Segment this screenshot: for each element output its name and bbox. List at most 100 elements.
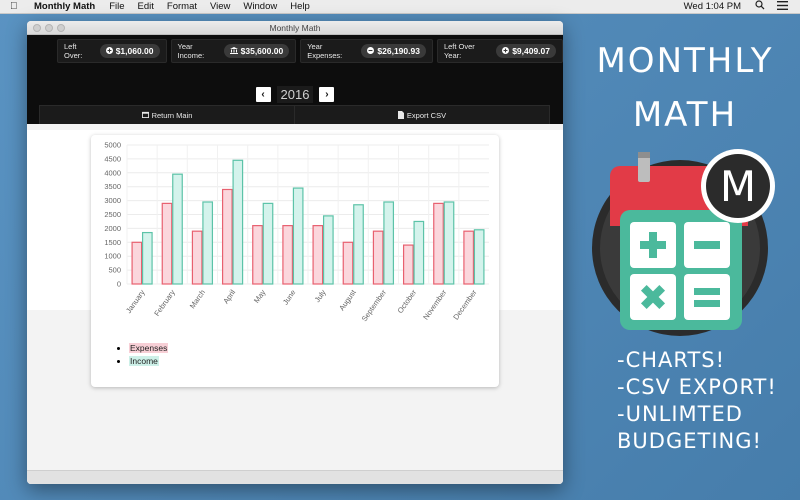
income-bar [383, 201, 395, 285]
expenses-bar [342, 241, 354, 285]
next-year-button[interactable]: › [319, 87, 335, 102]
menubar:  Monthly Math File Edit Format View Win… [0, 0, 800, 14]
chart-card: 0 500 1000 1500 2000 2500 3000 3500 4000 4500 5000… [91, 135, 499, 387]
year-label: 2016 [276, 86, 314, 103]
y-tick-label: 0 [117, 280, 121, 289]
stat-year-expenses-value-badge: $26,190.93 [361, 44, 426, 58]
income-bar [172, 173, 183, 285]
stats-row: Left Over: $1,060.00 Year Income: $35,60… [57, 39, 563, 63]
x-tick-label: November [421, 288, 449, 322]
promo-title-line-2: MATH [632, 95, 738, 135]
menu-file[interactable]: File [109, 1, 124, 12]
y-tick-label: 4500 [104, 154, 121, 163]
income-bar [353, 204, 364, 285]
income-bar [413, 220, 425, 285]
legend-item-income: Income [129, 356, 168, 366]
apple-icon[interactable]:  [10, 1, 22, 12]
bank-icon [229, 46, 238, 56]
expenses-bar [282, 225, 294, 285]
income-bar [141, 231, 153, 285]
zoom-window-button[interactable] [57, 24, 65, 32]
x-tick-label: April [221, 288, 237, 306]
return-main-button[interactable]: Return Main [40, 106, 294, 125]
stat-left-over-year-value: $9,409.07 [512, 46, 551, 56]
spotlight-search-icon[interactable] [755, 0, 765, 13]
app-window: Monthly Math Left Over: $1,060.00 Year I… [27, 21, 563, 484]
expenses-bar [131, 241, 143, 285]
menu-edit[interactable]: Edit [138, 1, 154, 12]
expenses-bar [221, 188, 233, 285]
plus-circle-icon [502, 46, 510, 56]
menu-help[interactable]: Help [290, 1, 310, 12]
feature-item: -CHARTS! [617, 348, 726, 372]
menu-window[interactable]: Window [243, 1, 277, 12]
expenses-bar [161, 202, 173, 285]
notification-list-icon[interactable] [777, 0, 788, 13]
logo-m-letter: M [720, 162, 756, 211]
year-navigator: ‹ 2016 › [27, 86, 563, 103]
expenses-bar [433, 202, 444, 285]
promo-title: MONTHLY MATH [580, 34, 790, 142]
income-bar [232, 159, 244, 285]
summary-bar: Left Over: $1,060.00 Year Income: $35,60… [27, 35, 563, 126]
y-tick-label: 4000 [104, 168, 121, 177]
close-window-button[interactable] [33, 24, 41, 32]
expenses-bar [312, 225, 324, 285]
x-tick-label: October [396, 288, 419, 315]
stat-left-over-label: Left Over: [64, 42, 83, 60]
export-csv-label: Export CSV [406, 111, 447, 120]
monthly-bar-chart: 0 500 1000 1500 2000 2500 3000 3500 4000 4500 5000… [104, 141, 489, 323]
chart-legend: Expenses Income [117, 343, 169, 369]
feature-item: -UNLIMTED [617, 402, 743, 426]
y-tick-label: 1500 [104, 238, 121, 247]
income-bar [322, 215, 334, 285]
minus-circle-icon [367, 46, 375, 56]
stat-left-over-year: Left Over Year: $9,409.07 [436, 39, 563, 63]
x-tick-label: March [188, 288, 207, 310]
stat-year-income-label: Year Income: [177, 42, 205, 60]
x-tick-label: May [252, 288, 268, 305]
app-logo: M [592, 148, 777, 343]
minimize-window-button[interactable] [45, 24, 53, 32]
y-tick-label: 1000 [104, 252, 121, 261]
income-bar [473, 229, 485, 285]
stat-year-expenses-label: Year Expenses: [307, 42, 343, 60]
y-tick-label: 500 [108, 266, 121, 275]
feature-item: -CSV EXPORT! [617, 375, 777, 399]
expenses-bar [372, 230, 384, 285]
y-tick-label: 2000 [104, 224, 121, 233]
promo-title-line-1: MONTHLY [596, 41, 774, 81]
stat-year-income-value: $35,600.00 [240, 46, 284, 56]
x-tick-label: December [451, 288, 479, 322]
y-tick-label: 2500 [104, 210, 121, 219]
window-title: Monthly Math [269, 23, 321, 33]
action-row: Return Main Export CSV [39, 105, 550, 126]
legend-expenses-label: Expenses [129, 343, 169, 353]
window-controls [33, 24, 65, 32]
income-bar [443, 201, 455, 285]
menubar-clock[interactable]: Wed 1:04 PM [684, 1, 741, 12]
stat-left-over-value-badge: $1,060.00 [99, 44, 160, 58]
stat-year-expenses-value: $26,190.93 [377, 46, 420, 56]
window-titlebar[interactable]: Monthly Math [27, 21, 563, 35]
stat-year-income: Year Income: $35,600.00 [170, 39, 297, 63]
y-tick-label: 3000 [104, 196, 121, 205]
export-csv-button[interactable]: Export CSV [294, 106, 549, 125]
legend-item-expenses: Expenses [129, 343, 169, 353]
stat-year-income-value-badge: $35,600.00 [223, 44, 290, 58]
file-icon [397, 110, 404, 121]
menu-app-name[interactable]: Monthly Math [34, 1, 95, 12]
income-bar [262, 202, 274, 285]
income-bar [202, 201, 214, 285]
x-tick-label: July [313, 288, 328, 304]
expenses-bar [463, 230, 475, 285]
y-tick-label: 5000 [104, 141, 121, 150]
expenses-bar [191, 230, 203, 285]
menu-format[interactable]: Format [167, 1, 197, 12]
menu-view[interactable]: View [210, 1, 230, 12]
previous-year-button[interactable]: ‹ [255, 87, 271, 102]
x-tick-label: January [124, 288, 147, 315]
stat-left-over-value: $1,060.00 [115, 46, 154, 56]
stat-left-over: Left Over: $1,060.00 [57, 39, 167, 63]
x-tick-label: February [152, 288, 177, 318]
